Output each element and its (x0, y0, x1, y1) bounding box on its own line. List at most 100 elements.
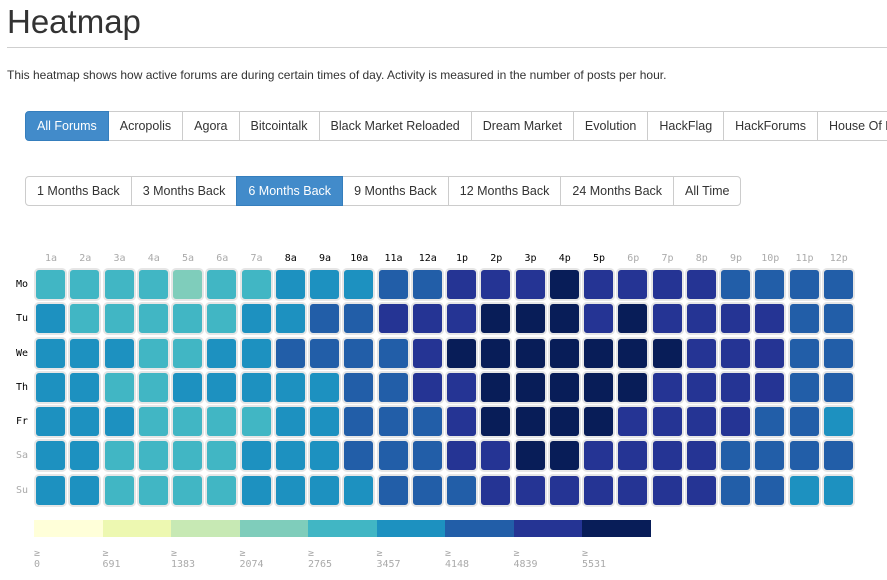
heatmap-cell[interactable] (239, 336, 273, 370)
heatmap-cell[interactable] (445, 370, 478, 404)
heatmap-cell[interactable] (547, 439, 581, 473)
heatmap-cell[interactable] (342, 370, 376, 404)
heatmap-cell[interactable] (753, 439, 787, 473)
heatmap-cell[interactable] (342, 405, 376, 438)
heatmap-cell[interactable] (410, 439, 444, 473)
heatmap-cell[interactable] (239, 473, 273, 507)
heatmap-cell[interactable] (171, 439, 204, 473)
heatmap-cell[interactable] (650, 336, 684, 370)
forum-tab-house-of-lions[interactable]: House Of Lions (817, 111, 887, 141)
heatmap-cell[interactable] (616, 370, 650, 404)
heatmap-cell[interactable] (171, 302, 204, 336)
range-tab-3-months-back[interactable]: 3 Months Back (130, 176, 238, 206)
heatmap-cell[interactable] (650, 268, 684, 301)
forum-tab-bitcointalk[interactable]: Bitcointalk (238, 111, 320, 141)
heatmap-cell[interactable] (34, 370, 67, 404)
heatmap-cell[interactable] (445, 268, 478, 301)
heatmap-cell[interactable] (410, 268, 444, 301)
heatmap-cell[interactable] (102, 473, 136, 507)
heatmap-cell[interactable] (719, 405, 752, 438)
heatmap-cell[interactable] (205, 439, 239, 473)
heatmap-cell[interactable] (684, 302, 718, 336)
heatmap-cell[interactable] (479, 439, 513, 473)
heatmap-cell[interactable] (616, 473, 650, 507)
forum-tab-black-market-reloaded[interactable]: Black Market Reloaded (318, 111, 472, 141)
heatmap-cell[interactable] (342, 336, 376, 370)
forum-tab-acropolis[interactable]: Acropolis (107, 111, 184, 141)
heatmap-cell[interactable] (650, 473, 684, 507)
heatmap-cell[interactable] (445, 405, 478, 438)
heatmap-cell[interactable] (753, 405, 787, 438)
heatmap-cell[interactable] (719, 336, 752, 370)
heatmap-cell[interactable] (547, 302, 581, 336)
heatmap-cell[interactable] (34, 336, 67, 370)
heatmap-cell[interactable] (787, 439, 821, 473)
heatmap-cell[interactable] (445, 302, 478, 336)
heatmap-cell[interactable] (616, 336, 650, 370)
heatmap-cell[interactable] (582, 336, 615, 370)
heatmap-cell[interactable] (753, 268, 787, 301)
heatmap-cell[interactable] (719, 370, 752, 404)
heatmap-cell[interactable] (34, 473, 67, 507)
heatmap-cell[interactable] (410, 473, 444, 507)
heatmap-cell[interactable] (136, 370, 170, 404)
heatmap-cell[interactable] (479, 336, 513, 370)
heatmap-cell[interactable] (684, 336, 718, 370)
heatmap-cell[interactable] (513, 473, 547, 507)
heatmap-cell[interactable] (445, 336, 478, 370)
range-tab-6-months-back[interactable]: 6 Months Back (236, 176, 344, 206)
heatmap-cell[interactable] (821, 302, 855, 336)
heatmap-cell[interactable] (684, 473, 718, 507)
heatmap-cell[interactable] (787, 405, 821, 438)
heatmap-cell[interactable] (787, 268, 821, 301)
heatmap-cell[interactable] (68, 439, 102, 473)
heatmap-cell[interactable] (205, 370, 239, 404)
heatmap-cell[interactable] (410, 405, 444, 438)
heatmap-cell[interactable] (68, 473, 102, 507)
heatmap-cell[interactable] (479, 268, 513, 301)
range-tab-all-time[interactable]: All Time (673, 176, 742, 206)
heatmap-cell[interactable] (342, 302, 376, 336)
heatmap-cell[interactable] (34, 302, 67, 336)
range-tab-1-months-back[interactable]: 1 Months Back (25, 176, 132, 206)
heatmap-cell[interactable] (102, 268, 136, 301)
heatmap-cell[interactable] (273, 370, 307, 404)
heatmap-cell[interactable] (650, 370, 684, 404)
heatmap-cell[interactable] (582, 473, 615, 507)
heatmap-cell[interactable] (239, 405, 273, 438)
heatmap-cell[interactable] (273, 439, 307, 473)
heatmap-cell[interactable] (68, 268, 102, 301)
forum-tab-dream-market[interactable]: Dream Market (470, 111, 574, 141)
heatmap-cell[interactable] (582, 405, 615, 438)
forum-tab-all-forums[interactable]: All Forums (25, 111, 109, 141)
range-tab-12-months-back[interactable]: 12 Months Back (447, 176, 562, 206)
heatmap-cell[interactable] (171, 268, 204, 301)
heatmap-cell[interactable] (719, 473, 752, 507)
heatmap-cell[interactable] (205, 405, 239, 438)
heatmap-cell[interactable] (547, 473, 581, 507)
heatmap-cell[interactable] (376, 336, 410, 370)
range-tab-24-months-back[interactable]: 24 Months Back (560, 176, 675, 206)
heatmap-cell[interactable] (273, 473, 307, 507)
heatmap-cell[interactable] (616, 405, 650, 438)
heatmap-cell[interactable] (171, 370, 204, 404)
heatmap-cell[interactable] (582, 439, 615, 473)
heatmap-cell[interactable] (719, 302, 752, 336)
heatmap-cell[interactable] (376, 268, 410, 301)
heatmap-cell[interactable] (547, 405, 581, 438)
heatmap-cell[interactable] (68, 405, 102, 438)
heatmap-cell[interactable] (308, 405, 341, 438)
range-tab-9-months-back[interactable]: 9 Months Back (342, 176, 449, 206)
heatmap-cell[interactable] (821, 473, 855, 507)
heatmap-cell[interactable] (787, 336, 821, 370)
heatmap-cell[interactable] (171, 473, 204, 507)
forum-tab-hackflag[interactable]: HackFlag (647, 111, 725, 141)
heatmap-cell[interactable] (547, 370, 581, 404)
heatmap-cell[interactable] (102, 439, 136, 473)
heatmap-cell[interactable] (308, 336, 341, 370)
heatmap-cell[interactable] (650, 302, 684, 336)
heatmap-cell[interactable] (719, 268, 752, 301)
heatmap-cell[interactable] (136, 405, 170, 438)
heatmap-cell[interactable] (753, 370, 787, 404)
heatmap-cell[interactable] (787, 370, 821, 404)
